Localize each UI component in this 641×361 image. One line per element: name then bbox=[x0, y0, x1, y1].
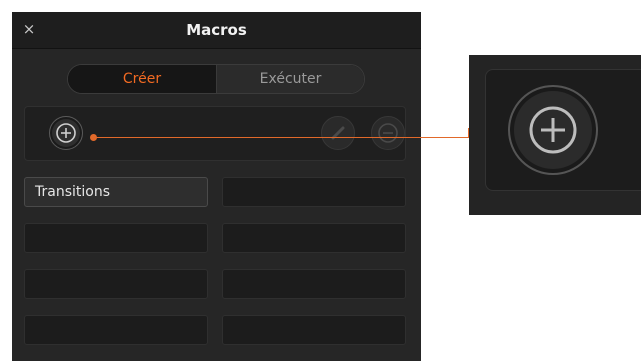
window-title: Macros bbox=[186, 21, 247, 39]
plus-circle-icon bbox=[529, 106, 577, 154]
pencil-icon bbox=[331, 126, 345, 140]
macro-slot-8[interactable] bbox=[222, 315, 406, 345]
minus-circle-icon bbox=[378, 123, 398, 143]
delete-macro-button[interactable] bbox=[371, 116, 405, 150]
macro-slot-1[interactable]: Transitions bbox=[24, 177, 208, 207]
macro-slot-6[interactable] bbox=[222, 269, 406, 299]
tab-create[interactable]: Créer bbox=[68, 65, 216, 93]
plus-circle-icon bbox=[56, 123, 76, 143]
macro-slot-4[interactable] bbox=[222, 223, 406, 253]
macro-slot-3[interactable] bbox=[24, 223, 208, 253]
tab-run[interactable]: Exécuter bbox=[216, 65, 364, 93]
mode-tabs: Créer Exécuter bbox=[67, 64, 365, 94]
macro-slot-2[interactable] bbox=[222, 177, 406, 207]
macro-slot-7[interactable] bbox=[24, 315, 208, 345]
callout-line bbox=[93, 137, 469, 138]
close-icon[interactable]: × bbox=[20, 20, 38, 38]
macro-toolbar bbox=[24, 106, 406, 161]
edit-macro-button[interactable] bbox=[321, 116, 355, 150]
title-bar: Macros × bbox=[12, 12, 421, 49]
zoom-detail bbox=[469, 55, 641, 215]
macro-slot-5[interactable] bbox=[24, 269, 208, 299]
add-macro-button[interactable] bbox=[49, 116, 83, 150]
zoom-add-button bbox=[508, 85, 598, 175]
macros-panel: Macros × Créer Exécuter Transitions bbox=[12, 12, 421, 361]
